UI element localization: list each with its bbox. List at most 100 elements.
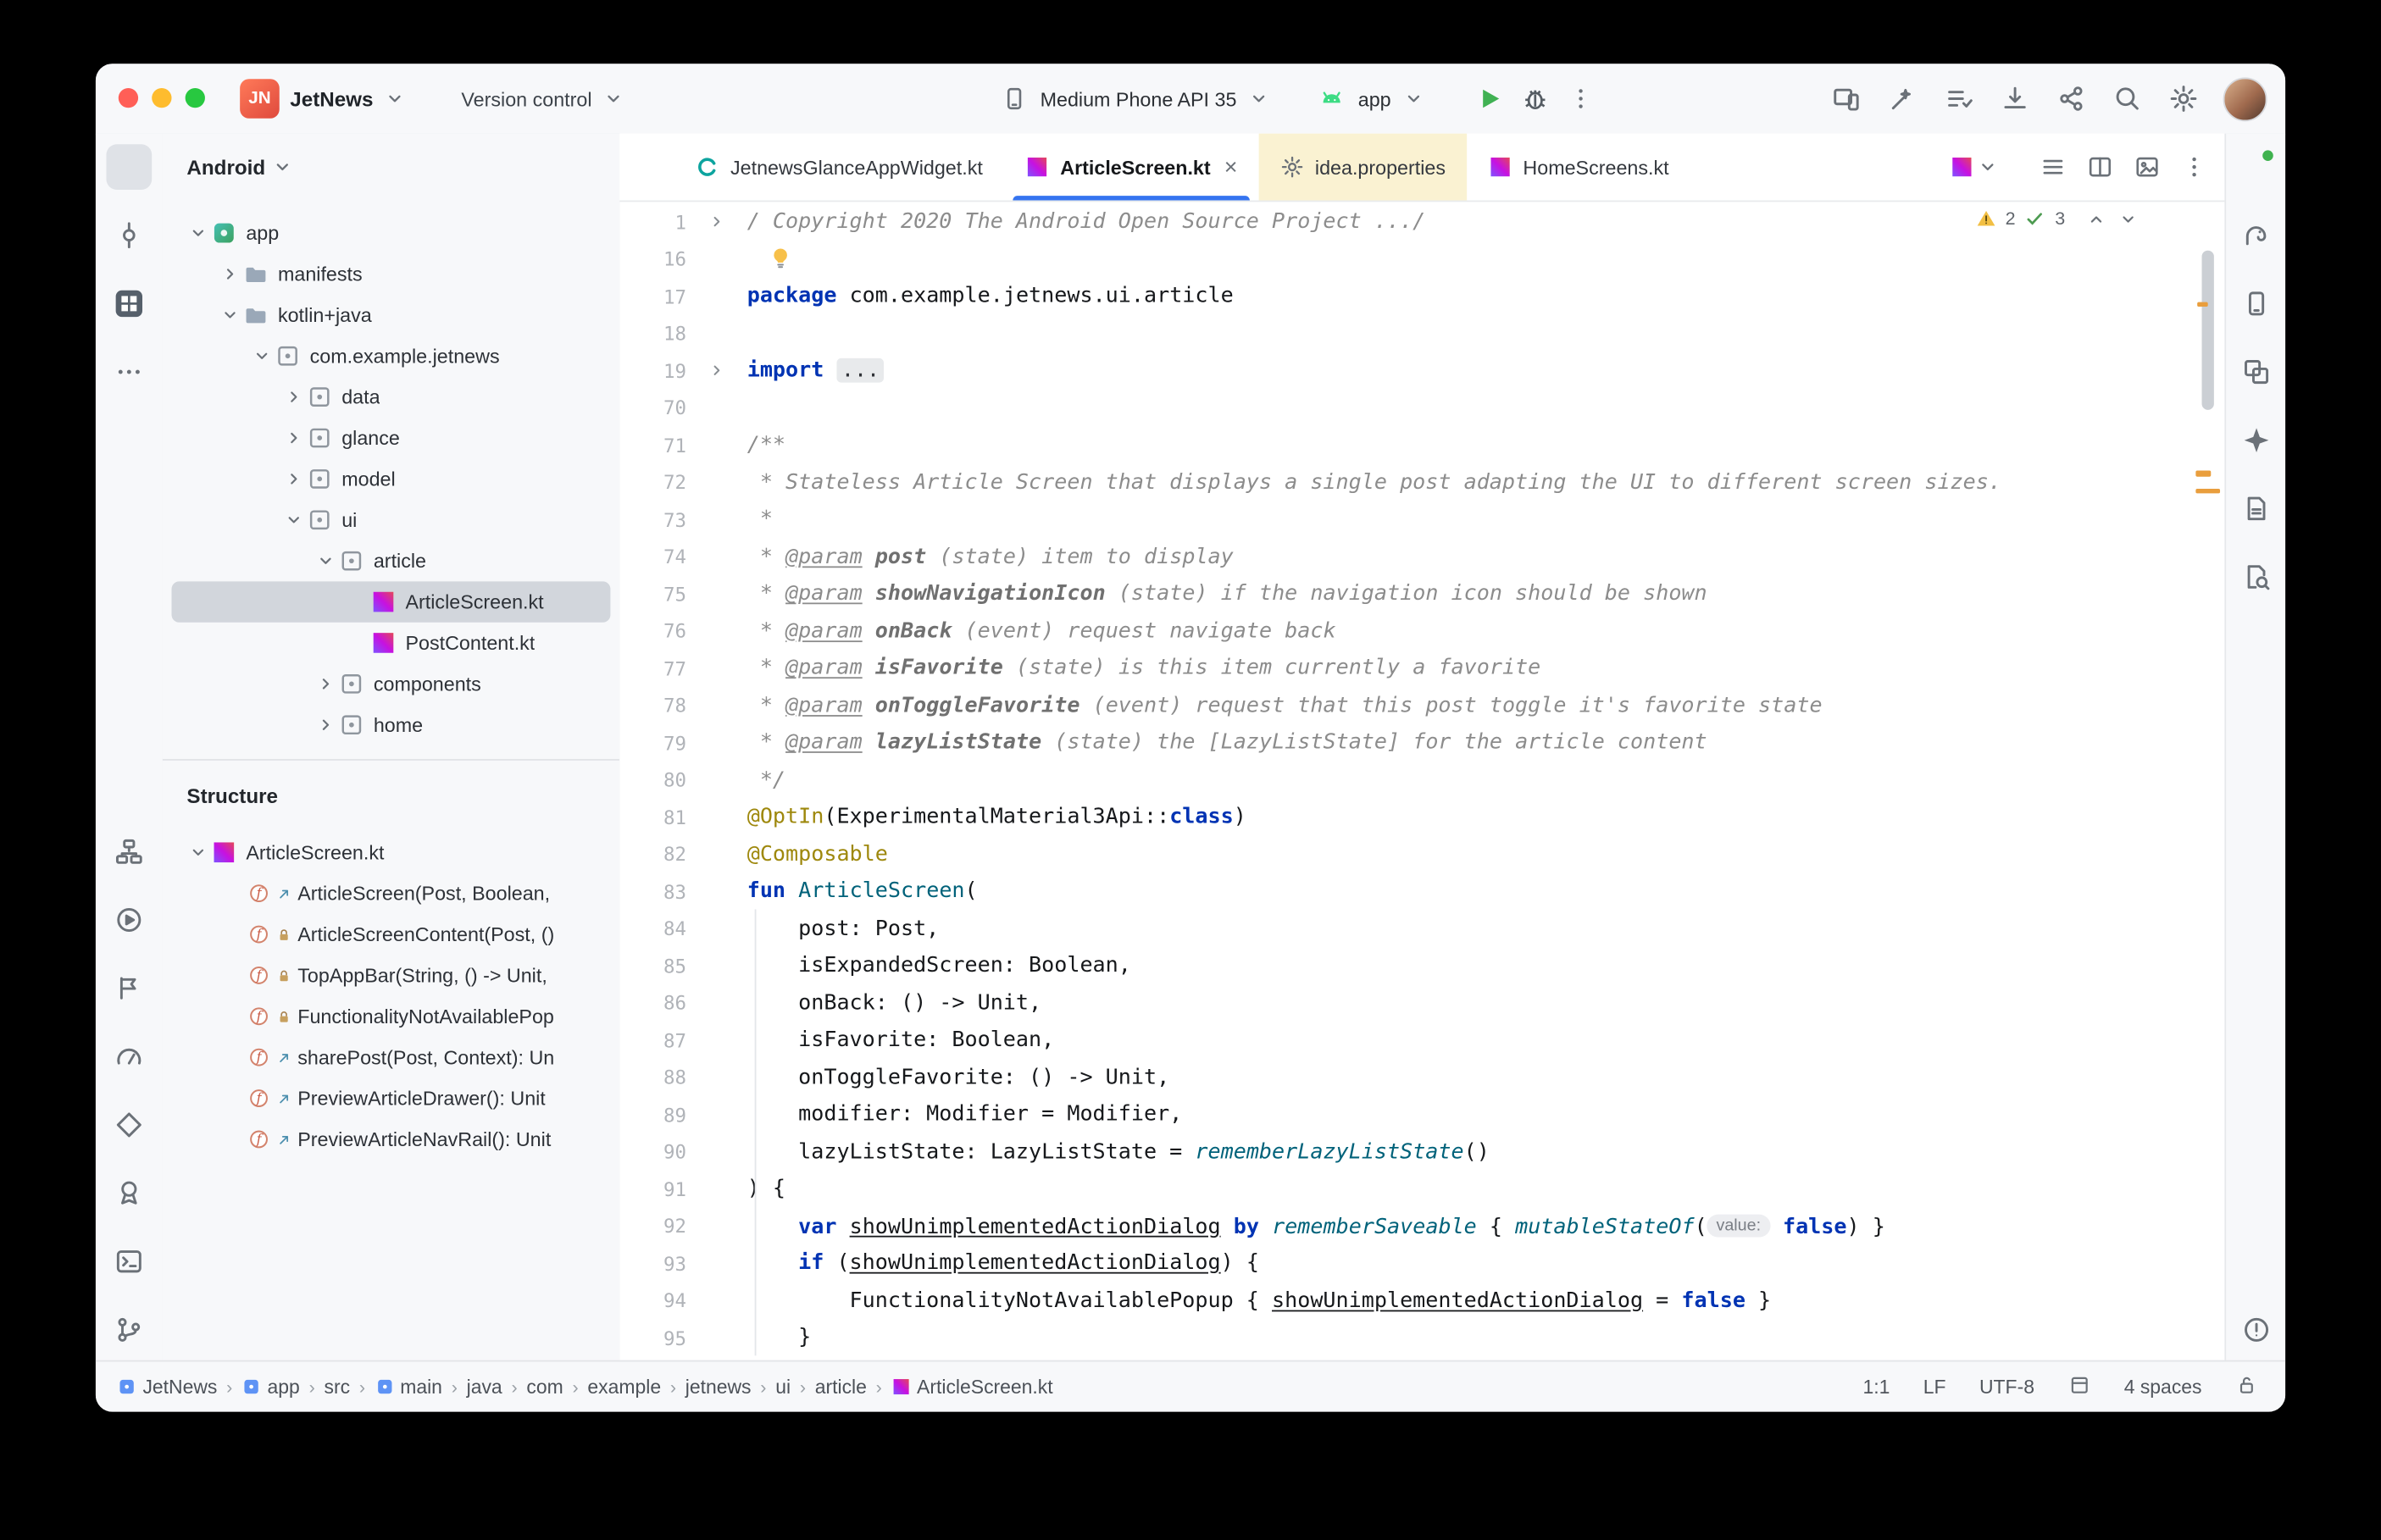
project-tree-item-model[interactable]: model: [172, 458, 611, 499]
device-mirror-button[interactable]: [1829, 82, 1862, 115]
tab-idea-properties[interactable]: idea.properties: [1259, 134, 1468, 201]
code-line-72[interactable]: * Stateless Article Screen that displays…: [747, 463, 2202, 501]
code-line-92[interactable]: var showUnimplementedActionDialog by rem…: [747, 1208, 2202, 1245]
code-line-95[interactable]: }: [747, 1319, 2202, 1356]
sparkle-tool-button[interactable]: [2233, 418, 2278, 463]
code-line-93[interactable]: if (showUnimplementedActionDialog) {: [747, 1245, 2202, 1282]
code-line-80[interactable]: */: [747, 762, 2202, 799]
breadcrumb-item-src[interactable]: src: [324, 1376, 350, 1399]
code-line-19[interactable]: import ...: [747, 352, 2202, 390]
inspections-widget[interactable]: 2 3: [1975, 208, 2138, 230]
status-write-access[interactable]: [2235, 1373, 2258, 1400]
code-line-83[interactable]: fun ArticleScreen(: [747, 872, 2202, 910]
checklist-button[interactable]: [1942, 82, 1975, 115]
breadcrumb-item-articlescreen-kt[interactable]: ArticleScreen.kt: [891, 1376, 1053, 1399]
fold-toggle[interactable]: [686, 362, 747, 380]
line-number[interactable]: 73: [619, 508, 686, 531]
preview-icon[interactable]: [2134, 153, 2161, 180]
prev-problem-button[interactable]: [2086, 208, 2106, 228]
breadcrumb-item-example[interactable]: example: [587, 1376, 661, 1399]
line-number[interactable]: 70: [619, 396, 686, 419]
close-tab-button[interactable]: ×: [1224, 154, 1238, 180]
hierarchy-tool-button[interactable]: [106, 828, 152, 874]
branch-tool-button[interactable]: [106, 1307, 152, 1353]
editor-scrollbar[interactable]: [2202, 251, 2214, 410]
line-number[interactable]: 92: [619, 1215, 686, 1238]
structure-item[interactable]: fPreviewArticleNavRail(): Unit: [172, 1119, 611, 1160]
device-selector[interactable]: Medium Phone API 35: [1041, 87, 1237, 110]
line-number[interactable]: 79: [619, 731, 686, 754]
breadcrumb-item-jetnews[interactable]: jetnews: [685, 1376, 752, 1399]
status-line-separator[interactable]: LF: [1923, 1376, 1946, 1399]
breadcrumb-item-java[interactable]: java: [467, 1376, 502, 1399]
line-number[interactable]: 78: [619, 694, 686, 717]
line-number[interactable]: 84: [619, 917, 686, 940]
plugin-update-button[interactable]: [1998, 82, 2031, 115]
line-number[interactable]: 74: [619, 546, 686, 568]
tree-expander[interactable]: [215, 260, 242, 287]
line-number[interactable]: 80: [619, 768, 686, 791]
line-number[interactable]: 90: [619, 1140, 686, 1163]
project-tree-item-app[interactable]: app: [172, 213, 611, 253]
share-link-button[interactable]: [2055, 82, 2088, 115]
structure-item[interactable]: fArticleScreen(Post, Boolean,: [172, 872, 611, 913]
project-tree-item-manifests[interactable]: manifests: [172, 253, 611, 294]
project-tree-item-article[interactable]: article: [172, 540, 611, 581]
hidden-tabs-dropdown[interactable]: [1950, 155, 1998, 180]
tree-expander[interactable]: [247, 342, 275, 369]
code-line-74[interactable]: * @param post (state) item to display: [747, 538, 2202, 575]
structure-item[interactable]: ArticleScreen.kt: [172, 832, 611, 872]
notifications-tool-button[interactable]: [2233, 144, 2278, 190]
code-line-70[interactable]: [747, 390, 2202, 427]
code-line-94[interactable]: FunctionalityNotAvailablePopup { showUni…: [747, 1282, 2202, 1319]
code-line-91[interactable]: ) {: [747, 1171, 2202, 1208]
grid-tool-button[interactable]: [106, 281, 152, 327]
status-indent-config[interactable]: 4 spaces: [2124, 1376, 2202, 1399]
tab-homescreens-kt[interactable]: HomeScreens.kt: [1467, 134, 1690, 201]
code-line-84[interactable]: post: Post,: [747, 910, 2202, 947]
more-tool-button[interactable]: [106, 349, 152, 395]
line-number[interactable]: 75: [619, 583, 686, 606]
zoom-window-button[interactable]: [186, 88, 205, 108]
status-screen-reader[interactable]: [2067, 1373, 2090, 1400]
panel-divider[interactable]: [163, 759, 619, 761]
search-button[interactable]: [2111, 82, 2144, 115]
line-number[interactable]: 91: [619, 1177, 686, 1200]
pin-tool-button[interactable]: [106, 966, 152, 1011]
code-line-87[interactable]: isFavorite: Boolean,: [747, 1022, 2202, 1059]
code-line-79[interactable]: * @param lazyListState (state) the [Lazy…: [747, 724, 2202, 762]
line-number[interactable]: 19: [619, 359, 686, 382]
breadcrumb-item-ui[interactable]: ui: [775, 1376, 791, 1399]
minimize-window-button[interactable]: [152, 88, 171, 108]
line-number[interactable]: 86: [619, 992, 686, 1015]
run-configuration[interactable]: app: [1358, 87, 1391, 110]
project-tree-item-ui[interactable]: ui: [172, 500, 611, 540]
editor-list-icon[interactable]: [2040, 153, 2067, 180]
user-avatar[interactable]: [2223, 77, 2267, 121]
project-view-selector[interactable]: Android: [186, 156, 265, 179]
split-editor-icon[interactable]: [2086, 153, 2113, 180]
line-number[interactable]: 93: [619, 1252, 686, 1275]
line-number[interactable]: 89: [619, 1103, 686, 1126]
code-line-76[interactable]: * @param onBack (event) request navigate…: [747, 612, 2202, 650]
code-line-82[interactable]: @Composable: [747, 836, 2202, 873]
breadcrumb-item-com[interactable]: com: [526, 1376, 563, 1399]
warning-stripe-mark[interactable]: [2195, 471, 2211, 477]
structure-item[interactable]: fFunctionalityNotAvailablePop: [172, 996, 611, 1037]
tree-expander[interactable]: [311, 670, 338, 697]
code-line-86[interactable]: onBack: () -> Unit,: [747, 984, 2202, 1022]
line-number[interactable]: 18: [619, 322, 686, 345]
tab-articlescreen-kt[interactable]: ArticleScreen.kt×: [1004, 134, 1259, 201]
project-menu[interactable]: JetNews: [290, 87, 373, 110]
status-caret-position[interactable]: 1:1: [1862, 1376, 1890, 1399]
line-number[interactable]: 95: [619, 1327, 686, 1349]
tree-expander[interactable]: [280, 384, 307, 411]
terminal-tool-button[interactable]: [106, 1238, 152, 1284]
status-file-encoding[interactable]: UTF-8: [1979, 1376, 2034, 1399]
problems-tool-button[interactable]: [2233, 1307, 2278, 1353]
line-number[interactable]: 72: [619, 471, 686, 494]
device-tool-button[interactable]: [2233, 281, 2278, 327]
project-tree-item-kotlin-java[interactable]: kotlin+java: [172, 295, 611, 335]
code-line-18[interactable]: [747, 315, 2202, 352]
structure-item[interactable]: fTopAppBar(String, () -> Unit,: [172, 955, 611, 995]
